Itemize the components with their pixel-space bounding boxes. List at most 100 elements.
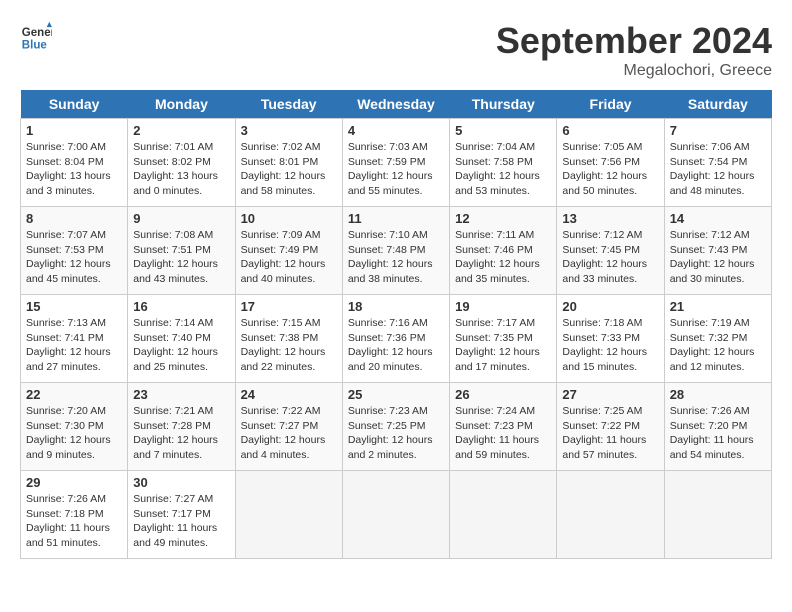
day-info: Sunrise: 7:26 AM Sunset: 7:20 PM Dayligh…: [670, 404, 766, 463]
calendar-day-6: 6 Sunrise: 7:05 AM Sunset: 7:56 PM Dayli…: [557, 119, 664, 207]
day-info: Sunrise: 7:23 AM Sunset: 7:25 PM Dayligh…: [348, 404, 444, 463]
day-info: Sunrise: 7:11 AM Sunset: 7:46 PM Dayligh…: [455, 228, 551, 287]
day-info: Sunrise: 7:14 AM Sunset: 7:40 PM Dayligh…: [133, 316, 229, 375]
calendar-week-4: 22 Sunrise: 7:20 AM Sunset: 7:30 PM Dayl…: [21, 383, 772, 471]
day-info: Sunrise: 7:00 AM Sunset: 8:04 PM Dayligh…: [26, 140, 122, 199]
empty-cell: [235, 471, 342, 559]
calendar-day-10: 10 Sunrise: 7:09 AM Sunset: 7:49 PM Dayl…: [235, 207, 342, 295]
calendar-day-7: 7 Sunrise: 7:06 AM Sunset: 7:54 PM Dayli…: [664, 119, 771, 207]
header-row: Sunday Monday Tuesday Wednesday Thursday…: [21, 90, 772, 119]
calendar-week-1: 1 Sunrise: 7:00 AM Sunset: 8:04 PM Dayli…: [21, 119, 772, 207]
empty-cell: [664, 471, 771, 559]
day-info: Sunrise: 7:25 AM Sunset: 7:22 PM Dayligh…: [562, 404, 658, 463]
day-number: 7: [670, 123, 766, 138]
day-number: 6: [562, 123, 658, 138]
page-header: General Blue September 2024 Megalochori,…: [20, 20, 772, 80]
calendar-day-24: 24 Sunrise: 7:22 AM Sunset: 7:27 PM Dayl…: [235, 383, 342, 471]
col-thursday: Thursday: [450, 90, 557, 119]
day-info: Sunrise: 7:24 AM Sunset: 7:23 PM Dayligh…: [455, 404, 551, 463]
calendar-day-27: 27 Sunrise: 7:25 AM Sunset: 7:22 PM Dayl…: [557, 383, 664, 471]
col-friday: Friday: [557, 90, 664, 119]
day-info: Sunrise: 7:15 AM Sunset: 7:38 PM Dayligh…: [241, 316, 337, 375]
day-info: Sunrise: 7:20 AM Sunset: 7:30 PM Dayligh…: [26, 404, 122, 463]
day-number: 17: [241, 299, 337, 314]
day-info: Sunrise: 7:08 AM Sunset: 7:51 PM Dayligh…: [133, 228, 229, 287]
day-number: 19: [455, 299, 551, 314]
calendar-day-23: 23 Sunrise: 7:21 AM Sunset: 7:28 PM Dayl…: [128, 383, 235, 471]
day-info: Sunrise: 7:21 AM Sunset: 7:28 PM Dayligh…: [133, 404, 229, 463]
day-info: Sunrise: 7:10 AM Sunset: 7:48 PM Dayligh…: [348, 228, 444, 287]
day-number: 13: [562, 211, 658, 226]
day-info: Sunrise: 7:02 AM Sunset: 8:01 PM Dayligh…: [241, 140, 337, 199]
day-number: 16: [133, 299, 229, 314]
col-saturday: Saturday: [664, 90, 771, 119]
day-number: 26: [455, 387, 551, 402]
logo-icon: General Blue: [20, 20, 52, 52]
day-info: Sunrise: 7:26 AM Sunset: 7:18 PM Dayligh…: [26, 492, 122, 551]
calendar-day-11: 11 Sunrise: 7:10 AM Sunset: 7:48 PM Dayl…: [342, 207, 449, 295]
title-area: September 2024 Megalochori, Greece: [496, 20, 772, 80]
col-wednesday: Wednesday: [342, 90, 449, 119]
calendar-day-14: 14 Sunrise: 7:12 AM Sunset: 7:43 PM Dayl…: [664, 207, 771, 295]
calendar-day-19: 19 Sunrise: 7:17 AM Sunset: 7:35 PM Dayl…: [450, 295, 557, 383]
day-number: 9: [133, 211, 229, 226]
day-info: Sunrise: 7:05 AM Sunset: 7:56 PM Dayligh…: [562, 140, 658, 199]
day-number: 8: [26, 211, 122, 226]
day-info: Sunrise: 7:01 AM Sunset: 8:02 PM Dayligh…: [133, 140, 229, 199]
col-monday: Monday: [128, 90, 235, 119]
month-title: September 2024: [496, 20, 772, 62]
day-info: Sunrise: 7:07 AM Sunset: 7:53 PM Dayligh…: [26, 228, 122, 287]
day-number: 29: [26, 475, 122, 490]
empty-cell: [557, 471, 664, 559]
calendar-day-21: 21 Sunrise: 7:19 AM Sunset: 7:32 PM Dayl…: [664, 295, 771, 383]
day-number: 5: [455, 123, 551, 138]
calendar-day-13: 13 Sunrise: 7:12 AM Sunset: 7:45 PM Dayl…: [557, 207, 664, 295]
day-info: Sunrise: 7:18 AM Sunset: 7:33 PM Dayligh…: [562, 316, 658, 375]
day-number: 1: [26, 123, 122, 138]
calendar-week-2: 8 Sunrise: 7:07 AM Sunset: 7:53 PM Dayli…: [21, 207, 772, 295]
calendar-day-4: 4 Sunrise: 7:03 AM Sunset: 7:59 PM Dayli…: [342, 119, 449, 207]
day-number: 14: [670, 211, 766, 226]
day-info: Sunrise: 7:17 AM Sunset: 7:35 PM Dayligh…: [455, 316, 551, 375]
day-number: 30: [133, 475, 229, 490]
day-number: 11: [348, 211, 444, 226]
day-number: 22: [26, 387, 122, 402]
day-info: Sunrise: 7:03 AM Sunset: 7:59 PM Dayligh…: [348, 140, 444, 199]
logo: General Blue: [20, 20, 52, 52]
day-number: 10: [241, 211, 337, 226]
calendar-day-28: 28 Sunrise: 7:26 AM Sunset: 7:20 PM Dayl…: [664, 383, 771, 471]
calendar-day-1: 1 Sunrise: 7:00 AM Sunset: 8:04 PM Dayli…: [21, 119, 128, 207]
calendar-day-30: 30 Sunrise: 7:27 AM Sunset: 7:17 PM Dayl…: [128, 471, 235, 559]
calendar-day-25: 25 Sunrise: 7:23 AM Sunset: 7:25 PM Dayl…: [342, 383, 449, 471]
day-number: 18: [348, 299, 444, 314]
day-number: 15: [26, 299, 122, 314]
calendar-day-17: 17 Sunrise: 7:15 AM Sunset: 7:38 PM Dayl…: [235, 295, 342, 383]
calendar-day-5: 5 Sunrise: 7:04 AM Sunset: 7:58 PM Dayli…: [450, 119, 557, 207]
day-info: Sunrise: 7:06 AM Sunset: 7:54 PM Dayligh…: [670, 140, 766, 199]
svg-text:General: General: [22, 27, 52, 39]
calendar-week-3: 15 Sunrise: 7:13 AM Sunset: 7:41 PM Dayl…: [21, 295, 772, 383]
calendar-day-29: 29 Sunrise: 7:26 AM Sunset: 7:18 PM Dayl…: [21, 471, 128, 559]
calendar-day-18: 18 Sunrise: 7:16 AM Sunset: 7:36 PM Dayl…: [342, 295, 449, 383]
empty-cell: [450, 471, 557, 559]
calendar-day-3: 3 Sunrise: 7:02 AM Sunset: 8:01 PM Dayli…: [235, 119, 342, 207]
calendar-day-16: 16 Sunrise: 7:14 AM Sunset: 7:40 PM Dayl…: [128, 295, 235, 383]
day-number: 2: [133, 123, 229, 138]
calendar-table: Sunday Monday Tuesday Wednesday Thursday…: [20, 90, 772, 559]
calendar-day-8: 8 Sunrise: 7:07 AM Sunset: 7:53 PM Dayli…: [21, 207, 128, 295]
day-number: 25: [348, 387, 444, 402]
calendar-day-22: 22 Sunrise: 7:20 AM Sunset: 7:30 PM Dayl…: [21, 383, 128, 471]
calendar-day-9: 9 Sunrise: 7:08 AM Sunset: 7:51 PM Dayli…: [128, 207, 235, 295]
day-number: 21: [670, 299, 766, 314]
calendar-day-26: 26 Sunrise: 7:24 AM Sunset: 7:23 PM Dayl…: [450, 383, 557, 471]
day-info: Sunrise: 7:13 AM Sunset: 7:41 PM Dayligh…: [26, 316, 122, 375]
day-number: 23: [133, 387, 229, 402]
calendar-day-20: 20 Sunrise: 7:18 AM Sunset: 7:33 PM Dayl…: [557, 295, 664, 383]
day-number: 28: [670, 387, 766, 402]
day-info: Sunrise: 7:04 AM Sunset: 7:58 PM Dayligh…: [455, 140, 551, 199]
day-number: 3: [241, 123, 337, 138]
day-info: Sunrise: 7:22 AM Sunset: 7:27 PM Dayligh…: [241, 404, 337, 463]
day-number: 4: [348, 123, 444, 138]
day-info: Sunrise: 7:27 AM Sunset: 7:17 PM Dayligh…: [133, 492, 229, 551]
day-info: Sunrise: 7:16 AM Sunset: 7:36 PM Dayligh…: [348, 316, 444, 375]
